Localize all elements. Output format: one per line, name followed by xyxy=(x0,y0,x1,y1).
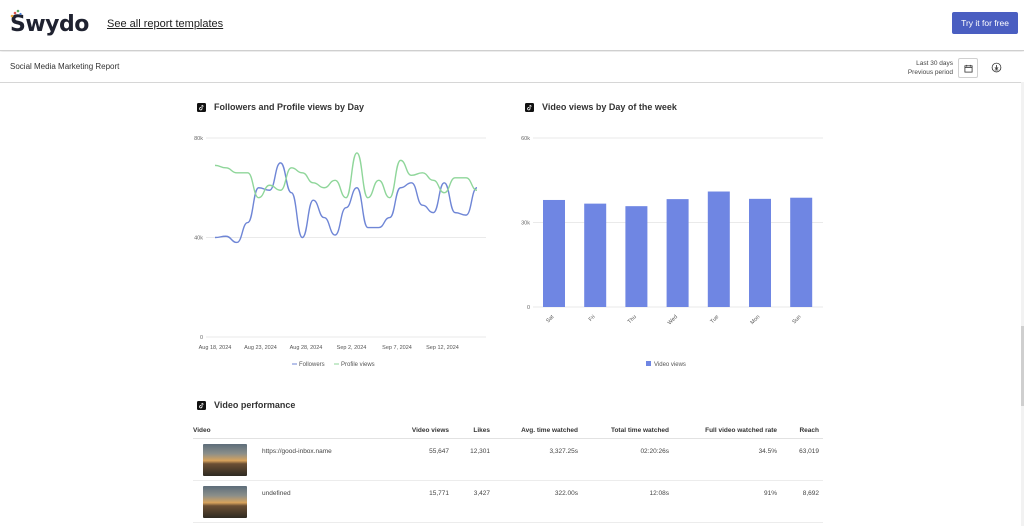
profile-views-series-line xyxy=(214,152,478,199)
x-tick-label: Aug 23, 2024 xyxy=(244,345,277,351)
tiktok-icon xyxy=(197,102,206,112)
followers-panel-title: Followers and Profile views by Day xyxy=(197,102,364,112)
x-tick-label: Mon xyxy=(750,314,762,326)
avg-time-value: 3,327.25s xyxy=(549,448,578,455)
followers-line-chart: 80k 40k 0 Aug 18, 2024 Aug 23, 2024 Aug 28, 2… xyxy=(194,136,486,368)
x-tick-label: Wed xyxy=(667,314,679,326)
bar-fri xyxy=(584,203,607,307)
video-thumbnail[interactable] xyxy=(203,444,247,476)
try-for-free-button[interactable]: Try it for free xyxy=(952,12,1018,34)
y-tick-label: 60k xyxy=(521,136,530,142)
followers-series-line xyxy=(214,162,478,244)
video-performance-panel-title: Video performance xyxy=(197,400,295,410)
video-name[interactable]: https://good-inbox.name xyxy=(262,448,332,455)
total-time-value: 02:20:26s xyxy=(640,448,669,455)
video-views-bar-chart: 60k 30k 0 Sat Fri Thu Wed Tue Mon Sun Video views xyxy=(521,136,823,368)
report-toolbar: Social Media Marketing Report Last 30 da… xyxy=(0,52,1024,83)
reach-value: 8,692 xyxy=(802,490,819,497)
video-performance-title: Video performance xyxy=(214,400,296,410)
column-header-reach[interactable]: Reach xyxy=(799,427,819,434)
y-tick-label: 30k xyxy=(521,221,530,227)
y-tick-label: 0 xyxy=(200,335,203,341)
column-header-total-time[interactable]: Total time watched xyxy=(611,427,669,434)
y-tick-label: 40k xyxy=(194,236,203,242)
column-header-full-watched-rate[interactable]: Full video watched rate xyxy=(705,427,777,434)
legend-label: Followers xyxy=(299,362,325,368)
video-views-value: 55,647 xyxy=(429,448,449,455)
see-all-templates-link[interactable]: See all report templates xyxy=(107,18,223,30)
bar-sun xyxy=(790,197,813,307)
tiktok-icon xyxy=(197,400,206,410)
bar-sat xyxy=(543,199,565,307)
x-tick-label: Sat xyxy=(545,314,555,324)
period-compare: Previous period xyxy=(907,69,953,76)
table-row[interactable]: undefined 15,771 3,427 322.00s 12:08s 91… xyxy=(193,481,823,523)
column-header-video-views[interactable]: Video views xyxy=(412,427,449,434)
x-tick-label: Sep 12, 2024 xyxy=(426,345,459,351)
x-tick-label: Sep 7, 2024 xyxy=(382,345,412,351)
calendar-icon xyxy=(963,64,973,73)
calendar-button[interactable] xyxy=(958,58,978,78)
video-thumbnail[interactable] xyxy=(203,486,247,518)
column-header-video[interactable]: Video xyxy=(193,427,211,434)
tiktok-icon xyxy=(525,102,534,112)
video-name[interactable]: undefined xyxy=(262,490,291,497)
x-tick-label: Aug 28, 2024 xyxy=(290,345,323,351)
swydo-logo[interactable]: Swydo xyxy=(10,9,89,41)
date-range-selector[interactable]: Last 30 days Previous period xyxy=(908,59,953,77)
video-views-value: 15,771 xyxy=(429,490,449,497)
table-row[interactable]: https://good-inbox.name 55,647 12,301 3,… xyxy=(193,439,823,481)
legend-label: Profile views xyxy=(341,362,375,368)
y-tick-label: 0 xyxy=(527,305,530,311)
x-tick-label: Fri xyxy=(588,314,597,323)
video-performance-table: Video Video views Likes Avg. time watche… xyxy=(193,424,823,523)
weekday-panel-title: Video views by Day of the week xyxy=(525,102,677,112)
legend-label: Video views xyxy=(654,362,686,368)
logo-sparkle-icon xyxy=(10,9,22,18)
report-title: Social Media Marketing Report xyxy=(10,62,120,71)
table-header: Video Video views Likes Avg. time watche… xyxy=(193,424,823,439)
column-header-avg-time[interactable]: Avg. time watched xyxy=(521,427,578,434)
x-tick-label: Sun xyxy=(791,314,802,325)
full-watched-rate-value: 34.5% xyxy=(758,448,777,455)
bar-mon xyxy=(749,198,771,307)
column-header-likes[interactable]: Likes xyxy=(473,427,490,434)
download-icon xyxy=(991,62,1001,72)
bar-tue xyxy=(707,191,730,307)
total-time-value: 12:08s xyxy=(649,490,669,497)
x-tick-label: Thu xyxy=(627,314,638,325)
weekday-chart-title: Video views by Day of the week xyxy=(542,102,677,112)
likes-value: 12,301 xyxy=(470,448,490,455)
followers-chart-title: Followers and Profile views by Day xyxy=(214,102,365,112)
bar-wed xyxy=(666,199,689,307)
bar-thu xyxy=(625,206,648,307)
x-tick-label: Sep 2, 2024 xyxy=(337,345,367,351)
legend-swatch xyxy=(646,361,651,366)
top-bar: Swydo See all report templates Try it fo… xyxy=(0,0,1024,51)
avg-time-value: 322.00s xyxy=(554,490,578,497)
x-tick-label: Tue xyxy=(709,314,720,325)
full-watched-rate-value: 91% xyxy=(763,490,777,497)
x-tick-label: Aug 18, 2024 xyxy=(199,345,232,351)
likes-value: 3,427 xyxy=(473,490,490,497)
reach-value: 63,019 xyxy=(799,448,819,455)
y-tick-label: 80k xyxy=(194,136,203,142)
period-main: Last 30 days xyxy=(916,60,953,67)
download-button[interactable] xyxy=(988,59,1004,75)
